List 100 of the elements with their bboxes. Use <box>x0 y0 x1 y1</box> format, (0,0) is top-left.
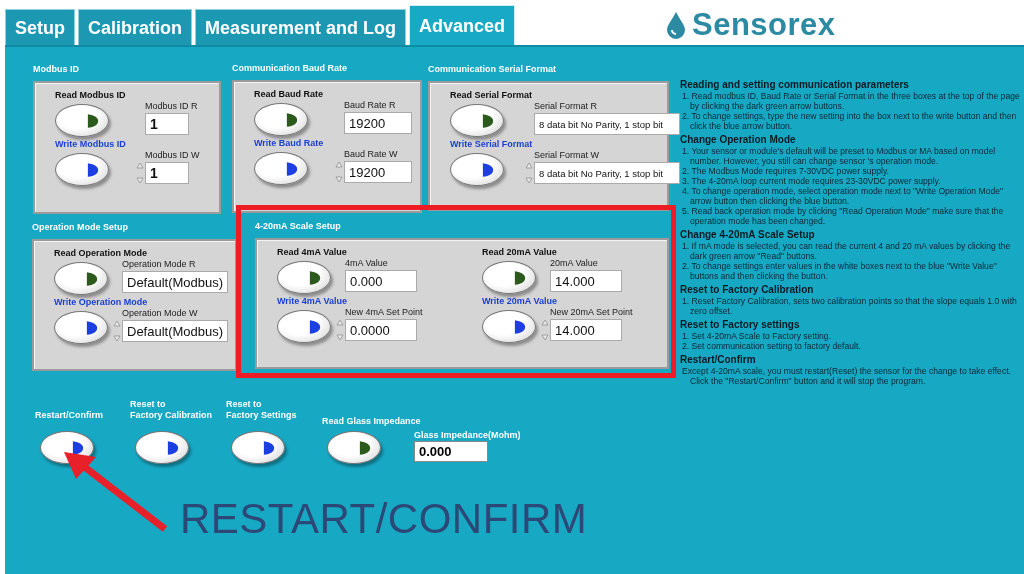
group-title: Communication Baud Rate <box>232 63 348 75</box>
play-icon <box>514 269 526 286</box>
read-button[interactable] <box>327 431 381 464</box>
read-button[interactable] <box>55 104 109 137</box>
instruction-text: 2. Set communication setting to factory default. <box>681 341 862 351</box>
instruction-text: 1. Your sensor or module's default will be preset to Modbus or MA based on model number. However, you still can change sensor 's operation mode. <box>681 146 997 166</box>
button-label: Write Modbus ID <box>55 139 126 149</box>
write-button[interactable] <box>135 431 189 464</box>
button-label: Write Serial Format <box>450 139 533 149</box>
button-label: Read Operation Mode <box>54 248 147 258</box>
instruction-text: 5. Read back operation mode by clicking "Read Operation Mode" make sure that the operation mode has been changed. <box>681 206 1005 226</box>
button-label: Read 20mA Value <box>482 247 557 257</box>
play-icon <box>86 270 98 287</box>
field-label: Modbus ID R <box>145 101 198 111</box>
read-button[interactable] <box>482 261 536 294</box>
logo-text: Sensorex <box>692 7 836 43</box>
field-label: Serial Format R <box>534 101 598 111</box>
field-label: 4mA Value <box>345 258 389 268</box>
play-icon <box>482 161 494 178</box>
field-label: New 4mA Set Point <box>345 307 423 317</box>
button-label: Read 4mA Value <box>277 247 347 257</box>
read-button[interactable] <box>254 103 308 136</box>
button-label: Write Operation Mode <box>54 297 148 307</box>
button-label: Reset to Factory Calibration <box>130 399 212 421</box>
write-button[interactable] <box>54 311 108 344</box>
button-label: Write Baud Rate <box>254 138 324 148</box>
section-heading: Reset to Factory settings <box>680 319 801 331</box>
field-label: Serial Format W <box>534 150 600 160</box>
play-icon <box>309 269 321 286</box>
read-button[interactable] <box>54 262 108 295</box>
value-field[interactable]: 14.000 <box>550 319 622 341</box>
field-label: Modbus ID W <box>145 150 200 160</box>
button-label: Write 4mA Value <box>277 296 348 306</box>
play-icon <box>286 160 298 177</box>
group-title: Operation Mode Setup <box>32 222 129 234</box>
value-field[interactable]: Default(Modbus) <box>122 271 228 293</box>
group-title: 4-20mA Scale Setup <box>255 221 342 233</box>
field-label: Baud Rate R <box>344 100 397 110</box>
play-icon <box>359 439 371 456</box>
drop-icon <box>666 11 686 39</box>
group-title: Communication Serial Format <box>428 64 558 76</box>
write-button[interactable] <box>254 152 308 185</box>
instruction-text: 1. Reset Factory Calibration, sets two calibration points so that the slope equals 1.0 with zero offset. <box>681 296 1018 316</box>
instruction-text: 2. The Modbus Mode requires 7-30VDC power supply. <box>681 166 890 176</box>
button-label: Read Serial Format <box>450 90 533 100</box>
button-label: Reset to Factory Settings <box>226 399 297 421</box>
instruction-text: 1. If mA mode is selected, you can read the current 4 and 20 mA values by clicking the dark green arrow "Read" buttons. <box>681 241 1012 261</box>
play-icon <box>263 439 275 456</box>
button-label: Write 20mA Value <box>482 296 558 306</box>
value-field[interactable]: 0.000 <box>414 441 488 462</box>
field-label: 20mA Value <box>550 258 599 268</box>
instruction-text: 2. To change settings enter values in the white boxes next to the blue "Write Value" buttons and then clicking the button. <box>681 261 998 281</box>
section-heading: Restart/Confirm <box>680 354 757 366</box>
write-button[interactable] <box>231 431 285 464</box>
write-button[interactable] <box>450 153 504 186</box>
value-field[interactable]: Default(Modbus) <box>122 320 228 342</box>
button-label: Read Modbus ID <box>55 90 126 100</box>
play-icon <box>514 318 526 335</box>
play-icon <box>482 112 494 129</box>
read-button[interactable] <box>450 104 504 137</box>
write-button[interactable] <box>482 310 536 343</box>
field-label: Operation Mode W <box>122 308 199 318</box>
instruction-text: Except 4-20mA scale, you must restart(Reset) the sensor for the change to take effect. Click the "Restart/Confirm" button and it will stop the program. <box>681 366 1012 386</box>
field-label: New 20mA Set Point <box>550 307 633 317</box>
section-heading: Reset to Factory Calibration <box>680 284 815 296</box>
value-field[interactable]: 0.000 <box>345 270 417 292</box>
value-field[interactable]: 8 data bit No Parity, 1 stop bit <box>534 113 680 135</box>
button-label: Read Baud Rate <box>254 89 324 99</box>
instruction-text: 3. The 4-20mA loop current mode requires 23-30VDC power supply. <box>681 176 942 186</box>
button-label: Read Glass Impedance <box>322 416 421 427</box>
write-button[interactable] <box>55 153 109 186</box>
play-icon <box>87 112 99 129</box>
instruction-text: 1. Read modbus ID, Baud Rate or Serial Format in the three boxes at the top of the page by clicking the dark green arrow buttons. <box>681 91 1021 111</box>
section-heading: Reading and setting communication parameters <box>680 79 910 91</box>
play-icon <box>87 161 99 178</box>
instruction-text: 4. To change operation mode, select operation mode next to "Write Operation Mode" arrow button then clicking the blue button. <box>681 186 1005 206</box>
instruction-text: 2. To change settings, type the new setting into the box next to the write button and then click the blue arrow button. <box>681 111 1018 131</box>
annotation-text: RESTART/CONFIRM <box>180 495 588 543</box>
value-field[interactable]: 19200 <box>344 161 412 183</box>
field-label: Baud Rate W <box>344 149 399 159</box>
play-icon <box>309 318 321 335</box>
value-field[interactable]: 14.000 <box>550 270 622 292</box>
value-field[interactable]: 1 <box>145 162 189 184</box>
write-button[interactable] <box>277 310 331 343</box>
field-label: Glass Impedance(Mohm) <box>414 430 521 440</box>
play-icon <box>286 111 298 128</box>
button-label: Restart/Confirm <box>35 410 103 421</box>
instruction-text: 1. Set 4-20mA Scale to Factory setting. <box>681 331 833 341</box>
play-icon <box>86 319 98 336</box>
play-icon <box>167 439 179 456</box>
value-field[interactable]: 1 <box>145 113 189 135</box>
section-heading: Change 4-20mA Scale Setup <box>680 229 816 241</box>
value-field[interactable]: 19200 <box>344 112 412 134</box>
section-heading: Change Operation Mode <box>680 134 797 146</box>
read-button[interactable] <box>277 261 331 294</box>
value-field[interactable]: 8 data bit No Parity, 1 stop bit <box>534 162 680 184</box>
value-field[interactable]: 0.0000 <box>345 319 417 341</box>
group-title: Modbus ID <box>33 64 80 76</box>
play-icon <box>72 439 84 456</box>
field-label: Operation Mode R <box>122 259 197 269</box>
